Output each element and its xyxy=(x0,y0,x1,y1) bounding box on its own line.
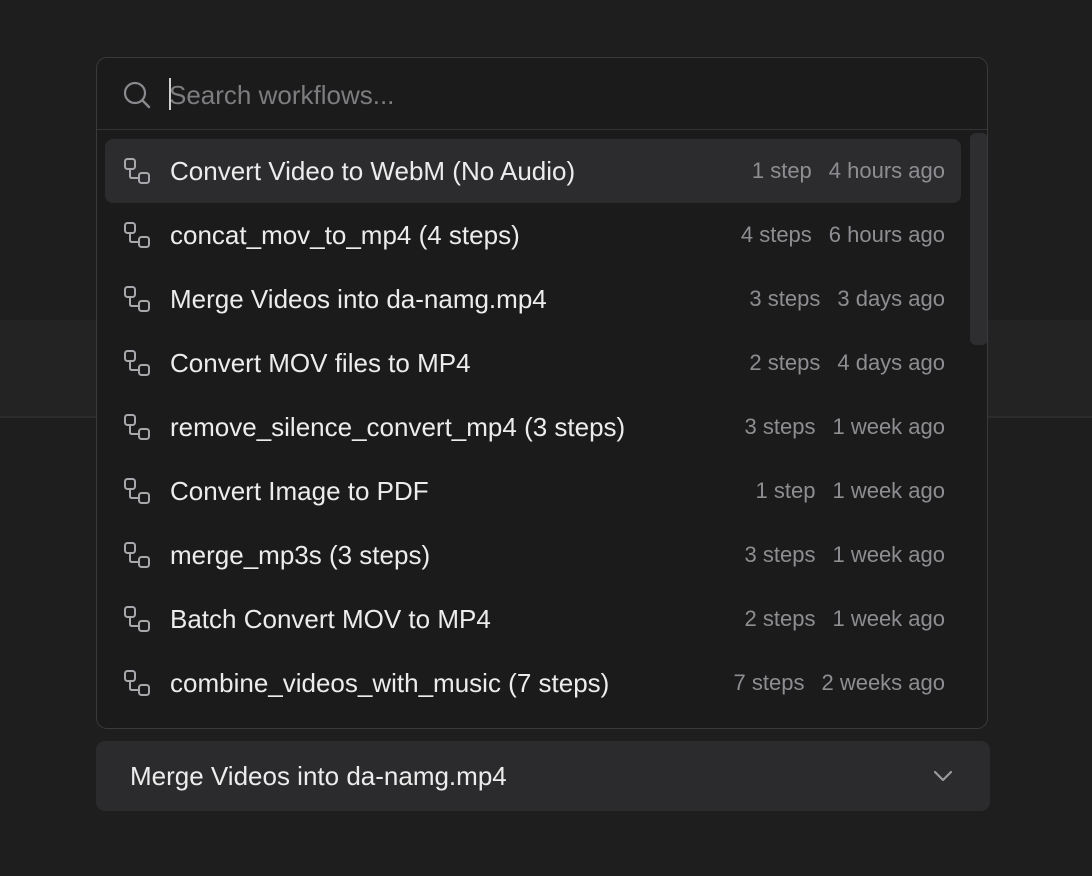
workflow-meta: 1 step 4 hours ago xyxy=(752,157,945,185)
workflow-meta: 4 steps 6 hours ago xyxy=(741,221,945,249)
workflow-step-count: 4 steps xyxy=(740,222,812,247)
workflow-meta: 3 steps 1 week ago xyxy=(745,541,945,569)
workflow-title: concat_mov_to_mp4 (4 steps) xyxy=(170,220,520,250)
workflow-icon xyxy=(123,157,151,185)
workflow-icon xyxy=(123,541,151,569)
workflow-title: remove_silence_convert_mp4 (3 steps) xyxy=(170,412,626,442)
workflow-last-run: 4 days ago xyxy=(837,350,945,375)
workflow-last-run: 4 hours ago xyxy=(828,158,945,183)
workflow-last-run: 6 hours ago xyxy=(828,222,945,247)
workflow-search-popup: Convert Video to WebM (No Audio) 1 step 4 … xyxy=(96,57,988,729)
workflow-icon xyxy=(123,477,151,505)
workflow-item[interactable]: combine_videos_with_music (7 steps) 7 ste… xyxy=(105,651,961,715)
workflow-title: Merge Videos into da-namg.mp4 xyxy=(170,284,547,314)
workflow-last-run: 1 week ago xyxy=(832,542,945,567)
workflow-step-count: 7 steps xyxy=(733,670,805,695)
workflow-last-run: 1 week ago xyxy=(832,606,945,631)
workflow-step-count: 2 steps xyxy=(744,606,816,631)
workflow-step-count: 1 step xyxy=(755,478,816,503)
workflow-title: Convert Image to PDF xyxy=(170,476,429,506)
workflow-title: Convert MOV files to MP4 xyxy=(170,348,471,378)
text-cursor xyxy=(169,78,171,110)
workflow-item[interactable]: Batch Convert MOV to MP4 2 steps 1 week ag… xyxy=(105,587,961,651)
workflow-item[interactable]: Convert MOV files to MP4 2 steps 4 days ag… xyxy=(105,331,961,395)
workflow-last-run: 1 week ago xyxy=(832,414,945,439)
scrollbar[interactable] xyxy=(970,131,987,728)
workflow-title: combine_videos_with_music (7 steps) xyxy=(170,668,610,698)
workflow-meta: 2 steps 4 days ago xyxy=(749,349,945,377)
workflow-meta: 2 steps 1 week ago xyxy=(745,605,945,633)
workflow-icon xyxy=(123,669,151,697)
workflow-item[interactable]: concat_mov_to_mp4 (4 steps) 4 steps 6 hour… xyxy=(105,203,961,267)
workflow-title: Convert Video to WebM (No Audio) xyxy=(170,156,576,186)
workflow-meta: 7 steps 2 weeks ago xyxy=(734,669,945,697)
workflow-icon xyxy=(123,413,151,441)
workflow-icon xyxy=(123,285,151,313)
workflow-step-count: 3 steps xyxy=(744,542,816,567)
workflow-item[interactable]: Convert Image to PDF 1 step 1 week ago xyxy=(105,459,961,523)
workflow-step-count: 1 step xyxy=(751,158,812,183)
workflow-icon xyxy=(123,221,151,249)
workflow-last-run: 2 weeks ago xyxy=(821,670,945,695)
workflow-item[interactable]: remove_silence_convert_mp4 (3 steps) 3 st… xyxy=(105,395,961,459)
workflow-step-count: 2 steps xyxy=(749,350,821,375)
workflow-list: Convert Video to WebM (No Audio) 1 step 4 … xyxy=(105,139,961,715)
search-input[interactable] xyxy=(169,76,949,114)
workflow-last-run: 3 days ago xyxy=(837,286,945,311)
workflow-title: merge_mp3s (3 steps) xyxy=(170,540,431,570)
workflow-select[interactable]: Merge Videos into da-namg.mp4 xyxy=(96,741,990,811)
workflow-icon xyxy=(123,349,151,377)
workflow-step-count: 3 steps xyxy=(749,286,821,311)
workflow-meta: 3 steps 3 days ago xyxy=(749,285,945,313)
search-icon xyxy=(123,81,151,109)
chevron-down-icon xyxy=(932,765,954,787)
workflow-item[interactable]: Convert Video to WebM (No Audio) 1 step 4 … xyxy=(105,139,961,203)
workflow-title: Batch Convert MOV to MP4 xyxy=(170,604,491,634)
workflow-icon xyxy=(123,605,151,633)
workflow-select-value: Merge Videos into da-namg.mp4 xyxy=(130,761,507,791)
scrollbar-thumb[interactable] xyxy=(970,133,987,345)
workflow-item[interactable]: Merge Videos into da-namg.mp4 3 steps 3 da… xyxy=(105,267,961,331)
workflow-meta: 3 steps 1 week ago xyxy=(745,413,945,441)
search-bar xyxy=(97,58,987,130)
workflow-last-run: 1 week ago xyxy=(832,478,945,503)
workflow-item[interactable]: merge_mp3s (3 steps) 3 steps 1 week ago xyxy=(105,523,961,587)
workflow-step-count: 3 steps xyxy=(744,414,816,439)
workflow-meta: 1 step 1 week ago xyxy=(756,477,945,505)
